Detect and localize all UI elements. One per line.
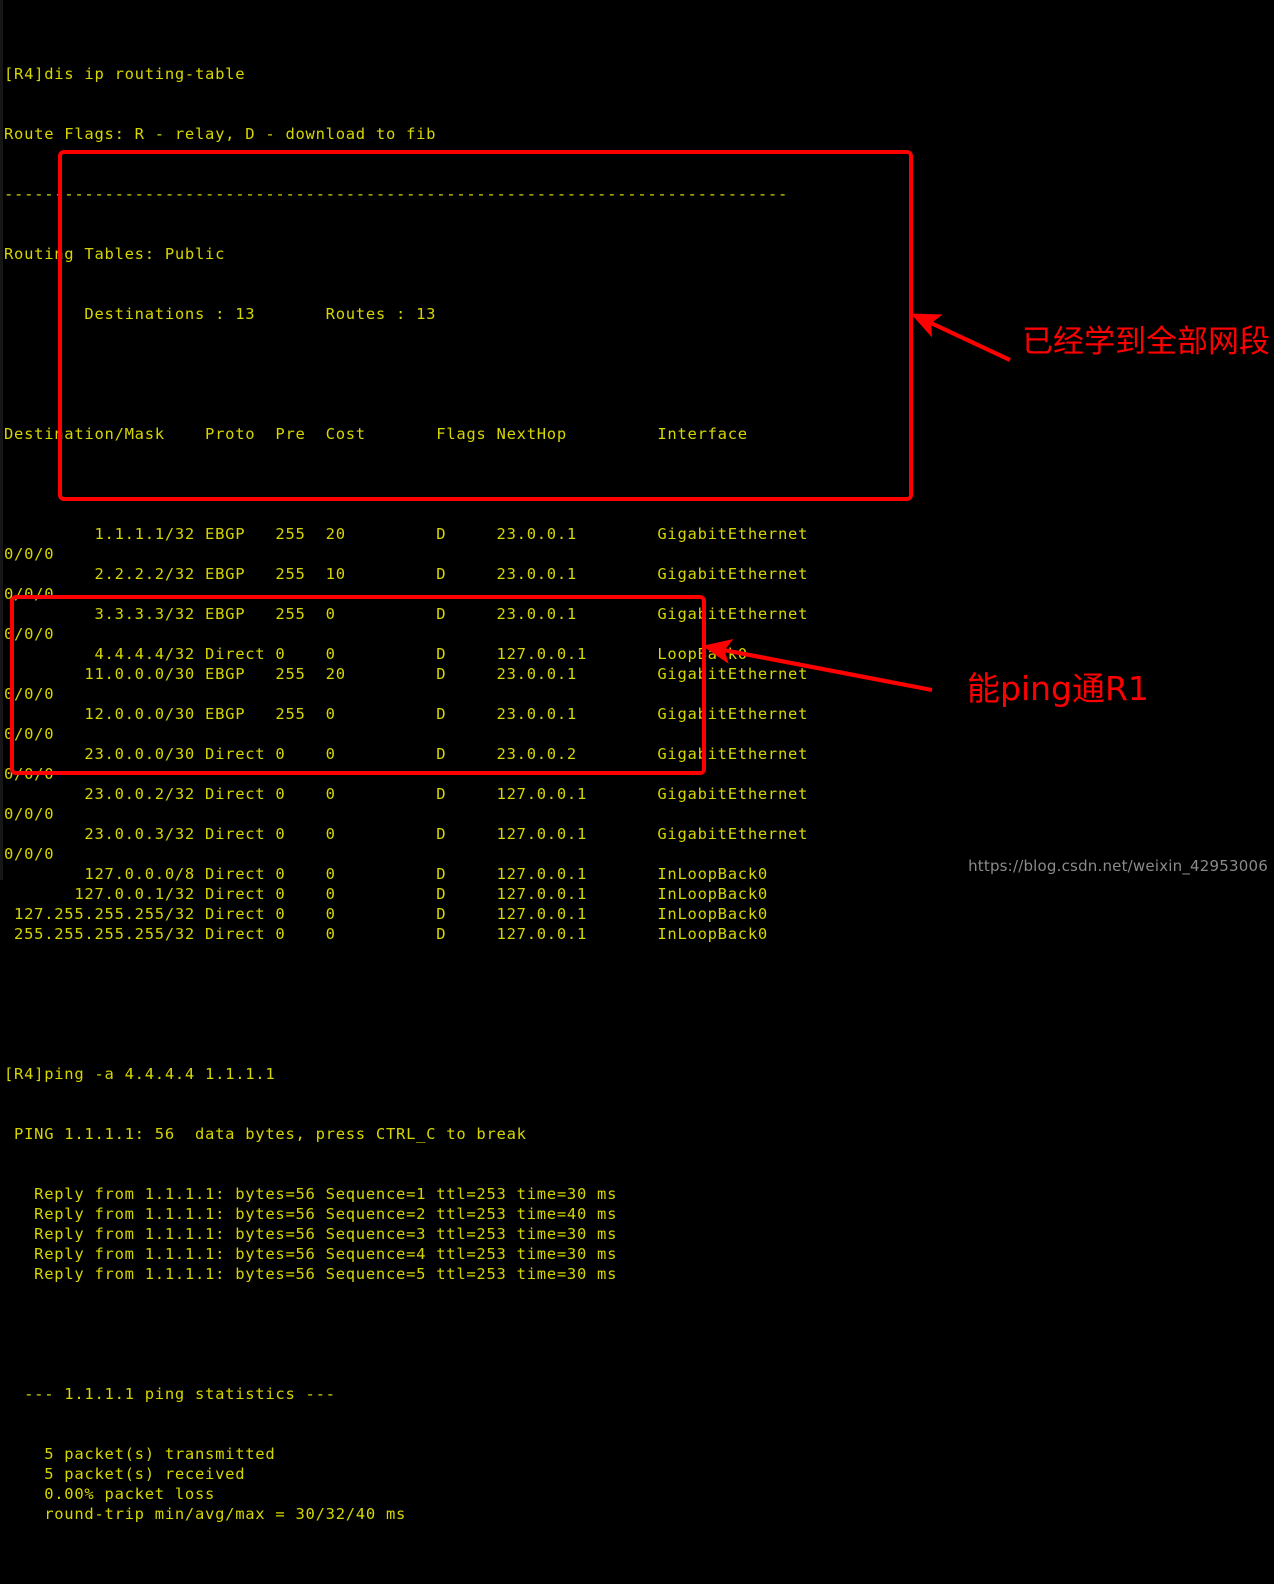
routing-table-row: 127.255.255.255/32 Direct 0 0 D 127.0.0.… bbox=[4, 905, 768, 923]
ping-statistics-lines: 5 packet(s) transmitted 5 packet(s) rece… bbox=[4, 1444, 1274, 1524]
annotation-routes-learned: 已经学到全部网段 bbox=[1022, 324, 1270, 360]
ping-statistic-line: 0.00% packet loss bbox=[4, 1485, 216, 1503]
ping-banner-line: PING 1.1.1.1: 56 data bytes, press CTRL_… bbox=[4, 1125, 527, 1143]
ping-statistic-line: 5 packet(s) transmitted bbox=[4, 1445, 276, 1463]
ping-reply-line: Reply from 1.1.1.1: bytes=56 Sequence=2 … bbox=[4, 1205, 618, 1223]
routing-table-row-wrap: 0/0/0 bbox=[4, 765, 55, 783]
routing-table-row: 4.4.4.4/32 Direct 0 0 D 127.0.0.1 LoopBa… bbox=[4, 645, 748, 663]
ping-reply-line: Reply from 1.1.1.1: bytes=56 Sequence=5 … bbox=[4, 1265, 618, 1283]
routing-table-row-wrap: 0/0/0 bbox=[4, 725, 55, 743]
routing-table-rows: 1.1.1.1/32 EBGP 255 20 D 23.0.0.1 Gigabi… bbox=[4, 524, 1274, 944]
routing-table-row: 255.255.255.255/32 Direct 0 0 D 127.0.0.… bbox=[4, 925, 768, 943]
routing-table-row-wrap: 0/0/0 bbox=[4, 545, 55, 563]
routing-tables-label: Routing Tables: Public bbox=[4, 245, 226, 263]
routing-table-row: 2.2.2.2/32 EBGP 255 10 D 23.0.0.1 Gigabi… bbox=[4, 565, 809, 583]
routing-table-row-wrap: 0/0/0 bbox=[4, 805, 55, 823]
routing-table-row: 23.0.0.0/30 Direct 0 0 D 23.0.0.2 Gigabi… bbox=[4, 745, 809, 763]
separator-line: ----------------------------------------… bbox=[4, 185, 789, 203]
table-header-line: Destination/Mask Proto Pre Cost Flags Ne… bbox=[4, 425, 748, 443]
ping-reply-line: Reply from 1.1.1.1: bytes=56 Sequence=4 … bbox=[4, 1245, 618, 1263]
ping-statistic-line: 5 packet(s) received bbox=[4, 1465, 246, 1483]
watermark-url: https://blog.csdn.net/weixin_42953006 bbox=[968, 857, 1268, 875]
routing-table-row-wrap: 0/0/0 bbox=[4, 585, 55, 603]
terminal-output[interactable]: [R4]dis ip routing-table Route Flags: R … bbox=[0, 0, 1274, 1523]
ping-reply-lines: Reply from 1.1.1.1: bytes=56 Sequence=1 … bbox=[4, 1184, 1274, 1284]
route-flags-line: Route Flags: R - relay, D - download to … bbox=[4, 125, 437, 143]
routing-table-row: 1.1.1.1/32 EBGP 255 20 D 23.0.0.1 Gigabi… bbox=[4, 525, 809, 543]
annotation-ping-success: 能ping通R1 bbox=[967, 669, 1149, 708]
routing-table-row: 23.0.0.2/32 Direct 0 0 D 127.0.0.1 Gigab… bbox=[4, 785, 809, 803]
ping-statistics-header: --- 1.1.1.1 ping statistics --- bbox=[4, 1385, 336, 1403]
ping-reply-line: Reply from 1.1.1.1: bytes=56 Sequence=3 … bbox=[4, 1225, 618, 1243]
ping-statistic-line: round-trip min/avg/max = 30/32/40 ms bbox=[4, 1505, 407, 1523]
routing-table-row-wrap: 0/0/0 bbox=[4, 625, 55, 643]
routing-table-row: 23.0.0.3/32 Direct 0 0 D 127.0.0.1 Gigab… bbox=[4, 825, 809, 843]
ping-reply-line: Reply from 1.1.1.1: bytes=56 Sequence=1 … bbox=[4, 1185, 618, 1203]
terminal-screen: [R4]dis ip routing-table Route Flags: R … bbox=[0, 0, 1274, 1523]
command-line-routing: [R4]dis ip routing-table bbox=[4, 65, 246, 83]
routing-table-row: 127.0.0.1/32 Direct 0 0 D 127.0.0.1 InLo… bbox=[4, 885, 768, 903]
command-line-ping: [R4]ping -a 4.4.4.4 1.1.1.1 bbox=[4, 1065, 276, 1083]
routing-table-row: 3.3.3.3/32 EBGP 255 0 D 23.0.0.1 Gigabit… bbox=[4, 605, 809, 623]
